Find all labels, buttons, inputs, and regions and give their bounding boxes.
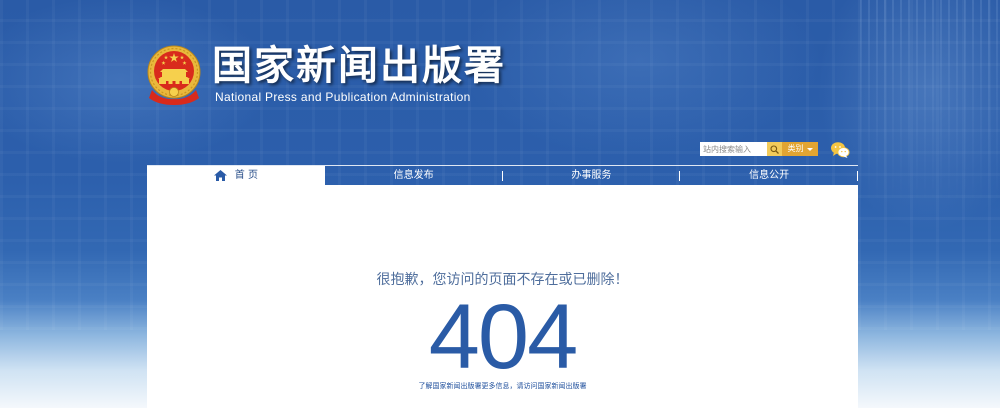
search-category-dropdown[interactable]: 类别: [782, 142, 818, 156]
nav-item-label: 信息发布: [393, 170, 434, 181]
home-icon: [213, 170, 227, 181]
nav-item-home[interactable]: 首 页: [147, 166, 325, 185]
national-emblem-icon[interactable]: [146, 44, 202, 106]
nav-item-label: 办事服务: [571, 170, 612, 181]
search-button[interactable]: [767, 142, 782, 156]
error-hint: 了解国家新闻出版署更多信息，请访问国家新闻出版署: [147, 382, 858, 391]
search-icon: [770, 144, 779, 154]
nav-item-services[interactable]: 办事服务: [503, 166, 681, 185]
nav-item-label: 信息公开: [749, 170, 790, 181]
main-nav: 首 页 信息发布 办事服务 信息公开: [147, 165, 858, 185]
content-panel: 很抱歉，您访问的页面不存在或已删除！ 404 了解国家新闻出版署更多信息，请访问…: [147, 185, 858, 408]
nav-item-info-release[interactable]: 信息发布: [325, 166, 503, 185]
background-column-texture: [860, 0, 1000, 210]
category-label: 类别: [787, 144, 804, 153]
nav-item-info-disclosure[interactable]: 信息公开: [680, 166, 858, 185]
home-link[interactable]: 国家新闻出版署: [538, 382, 587, 390]
site-search: 类别: [700, 142, 818, 156]
nav-item-label: 首 页: [234, 170, 258, 181]
site-subtitle-english: National Press and Publication Administr…: [215, 90, 471, 104]
chevron-down-icon: [806, 147, 813, 151]
error-hint-text: 了解国家新闻出版署更多信息，请访问: [418, 382, 538, 390]
wechat-icon[interactable]: [830, 141, 850, 159]
site-title: 国家新闻出版署: [212, 44, 506, 88]
search-input[interactable]: [700, 142, 767, 156]
error-code: 404: [428, 286, 579, 388]
